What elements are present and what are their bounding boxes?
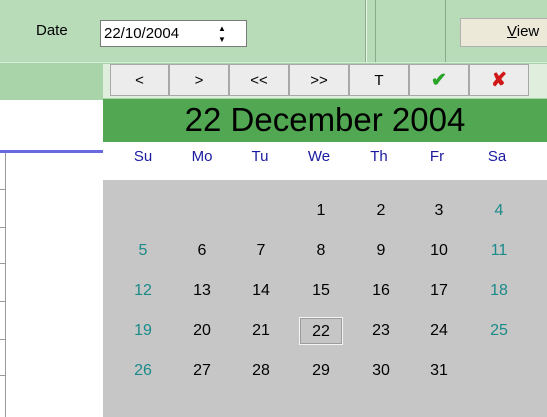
day-cell[interactable]: 23 — [359, 317, 403, 345]
day-cell[interactable]: 26 — [121, 357, 165, 385]
prev-month-button[interactable]: < — [110, 64, 169, 96]
day-cell[interactable]: 9 — [359, 237, 403, 265]
weekday-label: Mo — [191, 148, 213, 165]
close-icon: ✘ — [491, 69, 507, 91]
prev-year-button[interactable]: << — [229, 64, 289, 96]
calendar-day-grid: 1 2 3 4 5 6 7 8 9 10 11 12 13 14 15 16 17 18 19 20 21 22 23 24 2… — [103, 180, 547, 417]
calendar-title-bar: 22 December 2004 — [103, 99, 547, 142]
toolbar-separator — [366, 0, 367, 62]
date-label: Date — [36, 22, 68, 39]
day-cell[interactable]: 11 — [477, 237, 521, 265]
today-button[interactable]: T — [349, 64, 409, 96]
day-cell[interactable]: 18 — [477, 277, 521, 305]
day-cell[interactable]: 12 — [121, 277, 165, 305]
day-cell[interactable]: 17 — [417, 277, 461, 305]
day-cell[interactable]: 16 — [359, 277, 403, 305]
weekday-label: Tu — [251, 148, 269, 165]
day-cell[interactable]: 2 — [359, 197, 403, 225]
check-icon: ✔ — [431, 69, 447, 91]
grid-row-line — [0, 301, 6, 302]
day-cell[interactable]: 20 — [180, 317, 224, 345]
day-cell[interactable]: 7 — [239, 237, 283, 265]
grid-left-edge — [0, 153, 6, 417]
grid-header-line — [0, 150, 103, 153]
weekday-label: Fr — [429, 148, 445, 165]
content-area — [0, 100, 103, 417]
calendar-title: 22 December 2004 — [184, 101, 466, 138]
day-cell[interactable]: 28 — [239, 357, 283, 385]
day-cell[interactable]: 13 — [180, 277, 224, 305]
day-cell[interactable]: 21 — [239, 317, 283, 345]
date-field-value: 22/10/2004 — [104, 25, 180, 42]
spin-down-icon[interactable]: ▼ — [214, 34, 230, 44]
day-cell-selected[interactable]: 22 — [299, 317, 343, 345]
next-month-button[interactable]: > — [169, 64, 229, 96]
day-cell[interactable]: 8 — [299, 237, 343, 265]
day-cell[interactable]: 27 — [180, 357, 224, 385]
date-spinner[interactable]: ▲ ▼ — [214, 23, 230, 44]
grid-row-line — [0, 339, 6, 340]
day-cell[interactable]: 15 — [299, 277, 343, 305]
ok-button[interactable]: ✔ — [409, 64, 469, 96]
day-cell[interactable]: 10 — [417, 237, 461, 265]
view-button[interactable]: View — [460, 18, 547, 47]
calendar-nav-row: < > << >> T ✔ ✘ — [103, 64, 547, 98]
day-cell[interactable]: 29 — [299, 357, 343, 385]
grid-row-line — [0, 263, 6, 264]
toolbar-separator — [445, 0, 446, 62]
day-cell[interactable]: 30 — [359, 357, 403, 385]
day-cell[interactable]: 14 — [239, 277, 283, 305]
grid-row-line — [0, 375, 6, 376]
toolbar-separator — [375, 0, 376, 62]
day-cell[interactable]: 4 — [477, 197, 521, 225]
day-cell[interactable]: 5 — [121, 237, 165, 265]
weekday-label: We — [307, 148, 331, 165]
weekday-label: Sa — [487, 148, 507, 165]
weekday-label: Th — [370, 148, 388, 165]
day-cell[interactable]: 3 — [417, 197, 461, 225]
day-cell[interactable]: 19 — [121, 317, 165, 345]
spin-up-icon[interactable]: ▲ — [214, 23, 230, 33]
grid-row-line — [0, 227, 6, 228]
day-cell[interactable]: 31 — [417, 357, 461, 385]
weekday-label: Su — [133, 148, 153, 165]
date-field[interactable]: 22/10/2004 ▲ ▼ — [100, 20, 247, 47]
day-cell[interactable]: 24 — [417, 317, 461, 345]
cancel-button[interactable]: ✘ — [469, 64, 529, 96]
next-year-button[interactable]: >> — [289, 64, 349, 96]
view-button-label: View — [507, 23, 540, 40]
day-cell[interactable]: 25 — [477, 317, 521, 345]
day-cell[interactable]: 6 — [180, 237, 224, 265]
day-cell[interactable]: 1 — [299, 197, 343, 225]
grid-row-line — [0, 189, 6, 190]
weekday-header: Su Mo Tu We Th Fr Sa — [103, 142, 547, 180]
